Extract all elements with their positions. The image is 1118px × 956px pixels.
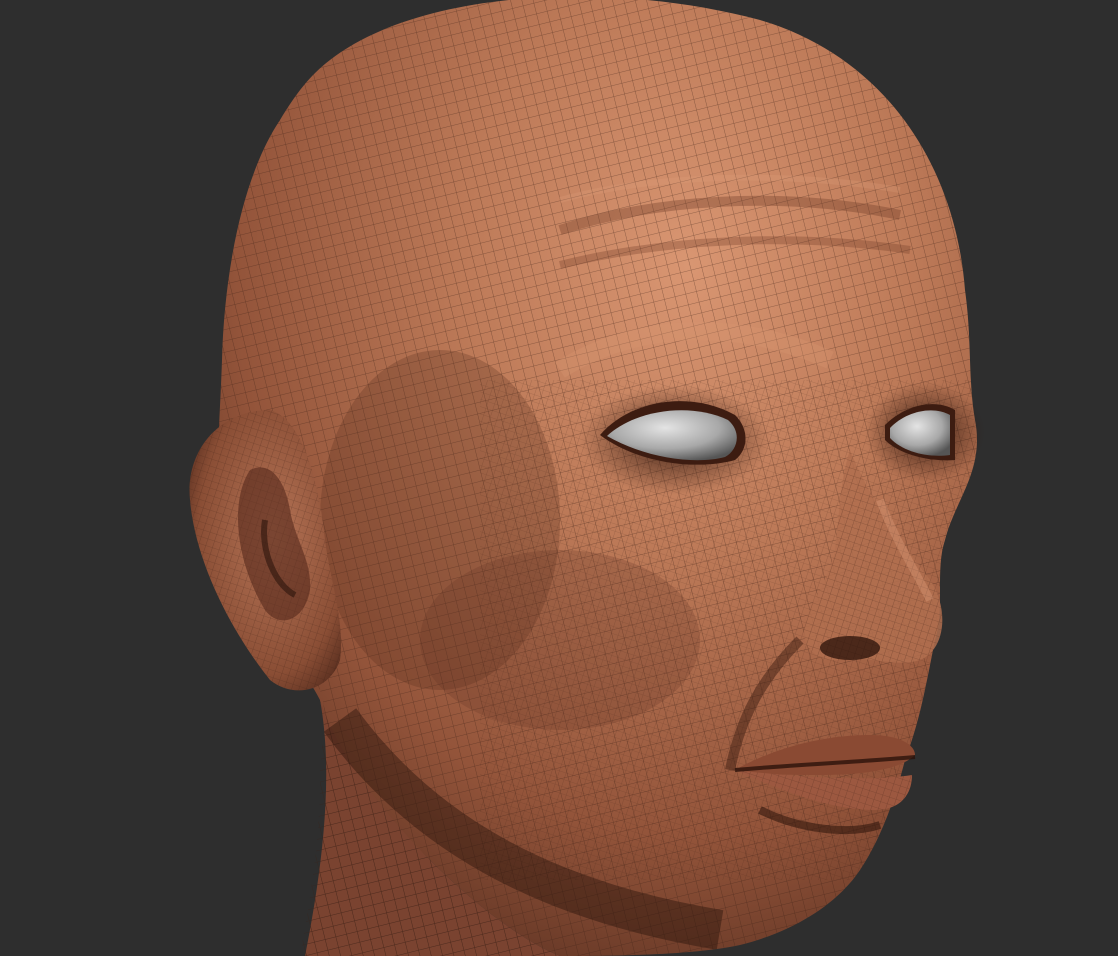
sculpt-viewport[interactable] bbox=[0, 0, 1118, 956]
sculpt-canvas[interactable] bbox=[0, 0, 1118, 956]
